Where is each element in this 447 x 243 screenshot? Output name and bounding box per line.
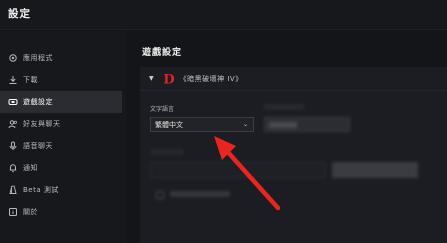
app-title: 設定: [8, 8, 31, 20]
game-name: 《暗黑破壞神 IV》: [179, 74, 243, 83]
beta-icon: [7, 185, 18, 196]
game-controller-icon: [7, 97, 18, 108]
sidebar-item-voice-chat[interactable]: 語音聊天: [0, 135, 122, 157]
caret-down-icon[interactable]: ▼: [149, 75, 154, 82]
sidebar-item-about[interactable]: 關於: [0, 201, 122, 223]
sidebar-item-label: 關於: [23, 208, 38, 216]
blurred-select[interactable]: [264, 117, 350, 132]
sidebar-item-label: 下載: [23, 76, 38, 84]
blurred-checkbox-label: [170, 191, 230, 197]
text-language-select[interactable]: 繁體中文 ⌄: [150, 117, 254, 132]
blurred-label: [150, 149, 184, 155]
sidebar-item-label: Beta 測試: [23, 186, 59, 194]
game-settings-card: ▼ D 《暗黑破壞神 IV》: [140, 67, 447, 243]
blurred-checkbox[interactable]: [156, 191, 164, 199]
blurred-label: [264, 104, 304, 110]
sidebar-item-apps[interactable]: 應用程式: [0, 47, 122, 69]
chevron-down-icon: ⌄: [242, 121, 248, 128]
title-bar: 設定: [0, 0, 447, 30]
sidebar-item-friends-chat[interactable]: 好友與聊天: [0, 113, 122, 135]
gear-icon: [7, 53, 18, 64]
sidebar-item-beta[interactable]: Beta 測試: [0, 179, 122, 201]
sidebar-item-label: 語音聊天: [23, 142, 53, 150]
main-panel: 遊戲設定 ▼ D 《暗黑破壞神 IV》 文字語言 繁體中文 ⌄: [126, 31, 447, 243]
friends-icon: [7, 119, 18, 130]
download-icon: [7, 75, 18, 86]
section-title: 遊戲設定: [142, 48, 183, 58]
sidebar: 應用程式 下載 遊戲設定 好友與聊天 語音聊天 通知 Beta 測試 關於: [0, 31, 126, 243]
sidebar-item-downloads[interactable]: 下載: [0, 69, 122, 91]
bell-icon: [7, 163, 18, 174]
blurred-button[interactable]: [332, 162, 418, 178]
game-header[interactable]: ▼ D 《暗黑破壞神 IV》: [140, 67, 447, 91]
sidebar-item-label: 好友與聊天: [23, 120, 61, 128]
microphone-icon: [7, 141, 18, 152]
sidebar-item-label: 應用程式: [23, 54, 53, 62]
blurred-select-text: [269, 121, 297, 128]
sidebar-item-label: 通知: [23, 164, 38, 172]
sidebar-item-notifications[interactable]: 通知: [0, 157, 122, 179]
blurred-path-field[interactable]: [150, 162, 326, 178]
diablo-logo-letter: D: [163, 72, 174, 86]
info-icon: [7, 207, 18, 218]
text-language-label: 文字語言: [150, 106, 175, 113]
sidebar-item-label: 遊戲設定: [23, 98, 53, 106]
sidebar-item-game-settings[interactable]: 遊戲設定: [0, 91, 122, 113]
text-language-value: 繁體中文: [155, 120, 183, 129]
diablo-logo-icon: D: [162, 72, 176, 86]
